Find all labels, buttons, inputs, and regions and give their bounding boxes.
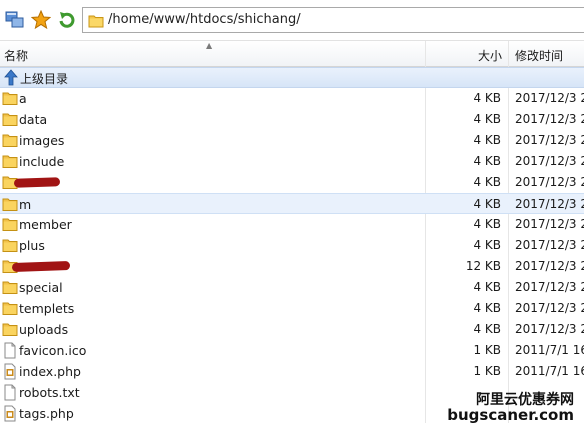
parent-directory-label: 上级目录 [20,72,69,86]
file-row[interactable]: member 4 KB 2017/12/3 2 [0,214,584,235]
refresh-icon[interactable] [57,10,77,30]
redaction-mark [13,177,61,188]
file-modified-time: 2017/12/3 2 [515,175,584,189]
file-name: special [19,280,63,295]
file-modified-time: 2017/12/3 2 [515,301,584,315]
file-row[interactable]: include 4 KB 2017/12/3 2 [0,151,584,172]
file-modified-time: 2017/12/3 2 [515,280,584,294]
folder-icon [2,321,18,338]
file-size: 4 KB [473,154,501,168]
file-modified-time: 2017/12/3 2 [515,238,584,252]
file-row[interactable]: 4 KB 2017/12/3 2 [0,172,584,193]
file-size: 12 KB [465,259,501,273]
file-name: plus [19,238,45,253]
watermark-line-2: bugscaner.com [447,406,574,424]
parent-directory-row[interactable]: 上级目录 [0,67,584,88]
file-name: m [19,197,32,212]
column-header: 名称 ▲ 大小 修改时间 [0,41,584,67]
file-name: uploads [19,322,69,337]
file-name: index.php [19,364,81,379]
file-modified-time: 2017/12/3 2 [515,217,584,231]
file-modified-time: 2017/12/3 2 [515,322,584,336]
column-name-header[interactable]: 名称 [4,47,28,64]
folder-icon [2,132,18,149]
file-size: 4 KB [473,197,501,211]
address-bar[interactable]: /home/www/htdocs/shichang/ [82,7,584,33]
file-size: 4 KB [473,91,501,105]
folder-icon [2,300,18,317]
file-modified-time: 2011/7/1 16 [515,343,584,357]
php-file-icon [2,405,18,422]
file-modified-time: 2017/12/3 2 [515,259,584,273]
file-row[interactable]: plus 4 KB 2017/12/3 2 [0,235,584,256]
file-modified-time: 2017/12/3 2 [515,91,584,105]
file-row[interactable]: 12 KB 2017/12/3 2 [0,256,584,277]
up-arrow-icon [3,69,19,89]
panels-icon[interactable] [5,10,25,30]
file-row[interactable]: favicon.ico 1 KB 2011/7/1 16 [0,340,584,361]
file-size: 4 KB [473,238,501,252]
file-icon [2,342,18,359]
file-row[interactable]: index.php 1 KB 2011/7/1 16 [0,361,584,382]
file-name: favicon.ico [19,343,87,358]
file-name: a [19,91,27,106]
address-text[interactable]: /home/www/htdocs/shichang/ [108,12,301,27]
favorite-star-icon[interactable] [31,10,51,30]
file-name: robots.txt [19,385,80,400]
file-size: 4 KB [473,217,501,231]
file-size: 4 KB [473,301,501,315]
file-row[interactable]: images 4 KB 2017/12/3 2 [0,130,584,151]
file-row[interactable]: a 4 KB 2017/12/3 2 [0,88,584,109]
folder-icon [2,196,18,213]
sort-ascending-icon: ▲ [206,41,213,50]
folder-icon [2,153,18,170]
file-row[interactable]: data 4 KB 2017/12/3 2 [0,109,584,130]
file-row[interactable]: special 4 KB 2017/12/3 2 [0,277,584,298]
file-modified-time: 2017/12/3 2 [515,197,584,211]
file-name: member [19,217,72,232]
column-modified-header[interactable]: 修改时间 [515,47,563,64]
folder-icon [2,279,18,296]
file-icon [2,384,18,401]
file-modified-time: 2011/7/1 16 [515,364,584,378]
file-size: 4 KB [473,133,501,147]
file-size: 4 KB [473,280,501,294]
file-name: images [19,133,65,148]
column-size-header[interactable]: 大小 [478,47,502,64]
folder-icon [2,90,18,107]
file-size: 1 KB [473,364,501,378]
file-name: data [19,112,48,127]
file-size: 4 KB [473,175,501,189]
file-name: templets [19,301,75,316]
file-modified-time: 2017/12/3 2 [515,133,584,147]
file-modified-time: 2017/12/3 2 [515,154,584,168]
folder-icon [2,237,18,254]
file-row[interactable]: m 4 KB 2017/12/3 2 [0,193,584,214]
file-row[interactable]: uploads 4 KB 2017/12/3 2 [0,319,584,340]
folder-icon [2,111,18,128]
php-file-icon [2,363,18,380]
file-size: 4 KB [473,322,501,336]
file-row[interactable]: templets 4 KB 2017/12/3 2 [0,298,584,319]
file-size: 4 KB [473,112,501,126]
file-name: tags.php [19,406,74,421]
folder-icon [2,216,18,233]
file-modified-time: 2017/12/3 2 [515,112,584,126]
watermark: 阿里云优惠券网 bugscaner.com [447,393,574,423]
file-name: include [19,154,65,169]
redaction-mark [11,260,71,273]
folder-icon [88,13,104,31]
toolbar: /home/www/htdocs/shichang/ [0,0,584,41]
file-size: 1 KB [473,343,501,357]
